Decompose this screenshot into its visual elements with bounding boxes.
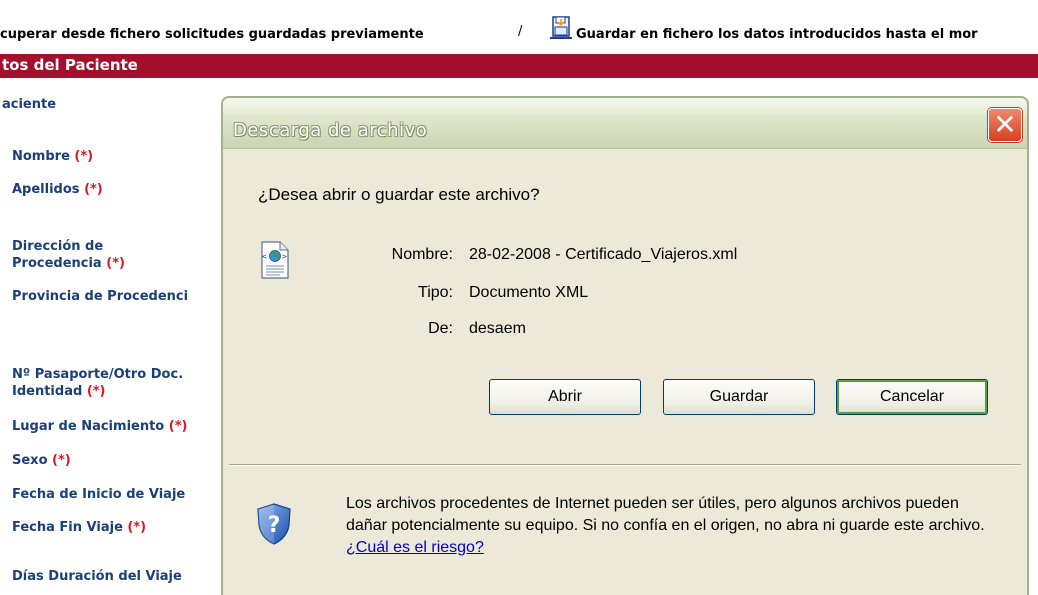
file-type-value: Documento XML <box>469 284 589 301</box>
label-fecha-inicio: Fecha de Inicio de Viaje <box>12 487 186 502</box>
warning-text: Los archivos procedentes de Internet pue… <box>346 495 985 534</box>
risk-link[interactable]: ¿Cuál es el riesgo? <box>346 539 484 556</box>
dialog-title-bar[interactable]: Descarga de archivo ✕ <box>223 98 1027 149</box>
label-text: Apellidos <box>12 182 80 197</box>
cancel-button[interactable]: Cancelar <box>836 379 988 415</box>
label-direccion: Dirección de Procedencia (*) <box>12 238 125 272</box>
label-text: Procedencia <box>12 256 102 271</box>
required-mark: (*) <box>84 182 103 197</box>
label-text: Nº Pasaporte/Otro Doc. <box>12 367 184 382</box>
label-provincia: Provincia de Procedenci <box>12 289 189 304</box>
section-title: tos del Paciente <box>2 56 138 74</box>
dialog-title: Descarga de archivo <box>233 120 428 141</box>
open-button[interactable]: Abrir <box>489 379 641 415</box>
svg-text:>: > <box>282 252 287 261</box>
save-to-file-link[interactable]: Guardar en fichero los datos introducido… <box>576 27 978 42</box>
file-source-value: desaem <box>469 320 526 337</box>
required-mark: (*) <box>74 149 94 164</box>
dialog-divider <box>229 464 1021 466</box>
required-mark: (*) <box>52 453 71 468</box>
label-text: Nombre <box>12 149 70 164</box>
required-mark: (*) <box>127 520 147 535</box>
label-lugar-nacimiento: Lugar de Nacimiento (*) <box>12 418 187 435</box>
label-fecha-fin: Fecha Fin Viaje (*) <box>12 519 146 536</box>
xml-document-icon: < > <box>261 241 289 279</box>
close-icon: ✕ <box>993 108 1017 141</box>
required-mark: (*) <box>106 256 125 271</box>
file-name-value: 28-02-2008 - Certificado_Viajeros.xml <box>469 246 738 263</box>
recover-from-file-link[interactable]: cuperar desde fichero solicitudes guarda… <box>0 27 424 42</box>
subsection-title: aciente <box>2 97 57 112</box>
label-text: Lugar de Nacimiento <box>12 419 165 434</box>
label-dias-duracion: Días Duración del Viaje <box>12 569 182 584</box>
file-download-dialog: Descarga de archivo ✕ ¿Desea abrir o gua… <box>221 96 1029 595</box>
svg-text:<: < <box>262 252 267 261</box>
label-text: Fecha Fin Viaje <box>12 520 123 535</box>
required-mark: (*) <box>168 419 188 434</box>
label-nombre: Nombre (*) <box>12 148 93 165</box>
label-pasaporte: Nº Pasaporte/Otro Doc. Identidad (*) <box>12 366 183 400</box>
dialog-question: ¿Desea abrir o guardar este archivo? <box>258 185 540 204</box>
floppy-save-icon[interactable] <box>548 14 574 40</box>
security-warning: Los archivos procedentes de Internet pue… <box>346 493 996 559</box>
file-name-label: Nombre: <box>391 246 453 263</box>
label-text: Sexo <box>12 453 48 468</box>
svg-text:?: ? <box>268 513 281 538</box>
label-apellidos: Apellidos (*) <box>12 181 103 198</box>
label-sexo: Sexo (*) <box>12 452 71 469</box>
close-button[interactable]: ✕ <box>988 108 1022 142</box>
label-text: Identidad <box>12 384 83 399</box>
section-header: tos del Paciente <box>0 54 1038 78</box>
required-mark: (*) <box>86 384 106 399</box>
label-text: Dirección de <box>12 239 104 254</box>
toolbar-separator: / <box>518 24 523 39</box>
save-button[interactable]: Guardar <box>663 379 815 415</box>
file-type-label: Tipo: <box>418 284 453 301</box>
top-toolbar: cuperar desde fichero solicitudes guarda… <box>0 0 1038 52</box>
file-source-label: De: <box>428 320 453 337</box>
security-shield-icon: ? <box>257 503 291 545</box>
